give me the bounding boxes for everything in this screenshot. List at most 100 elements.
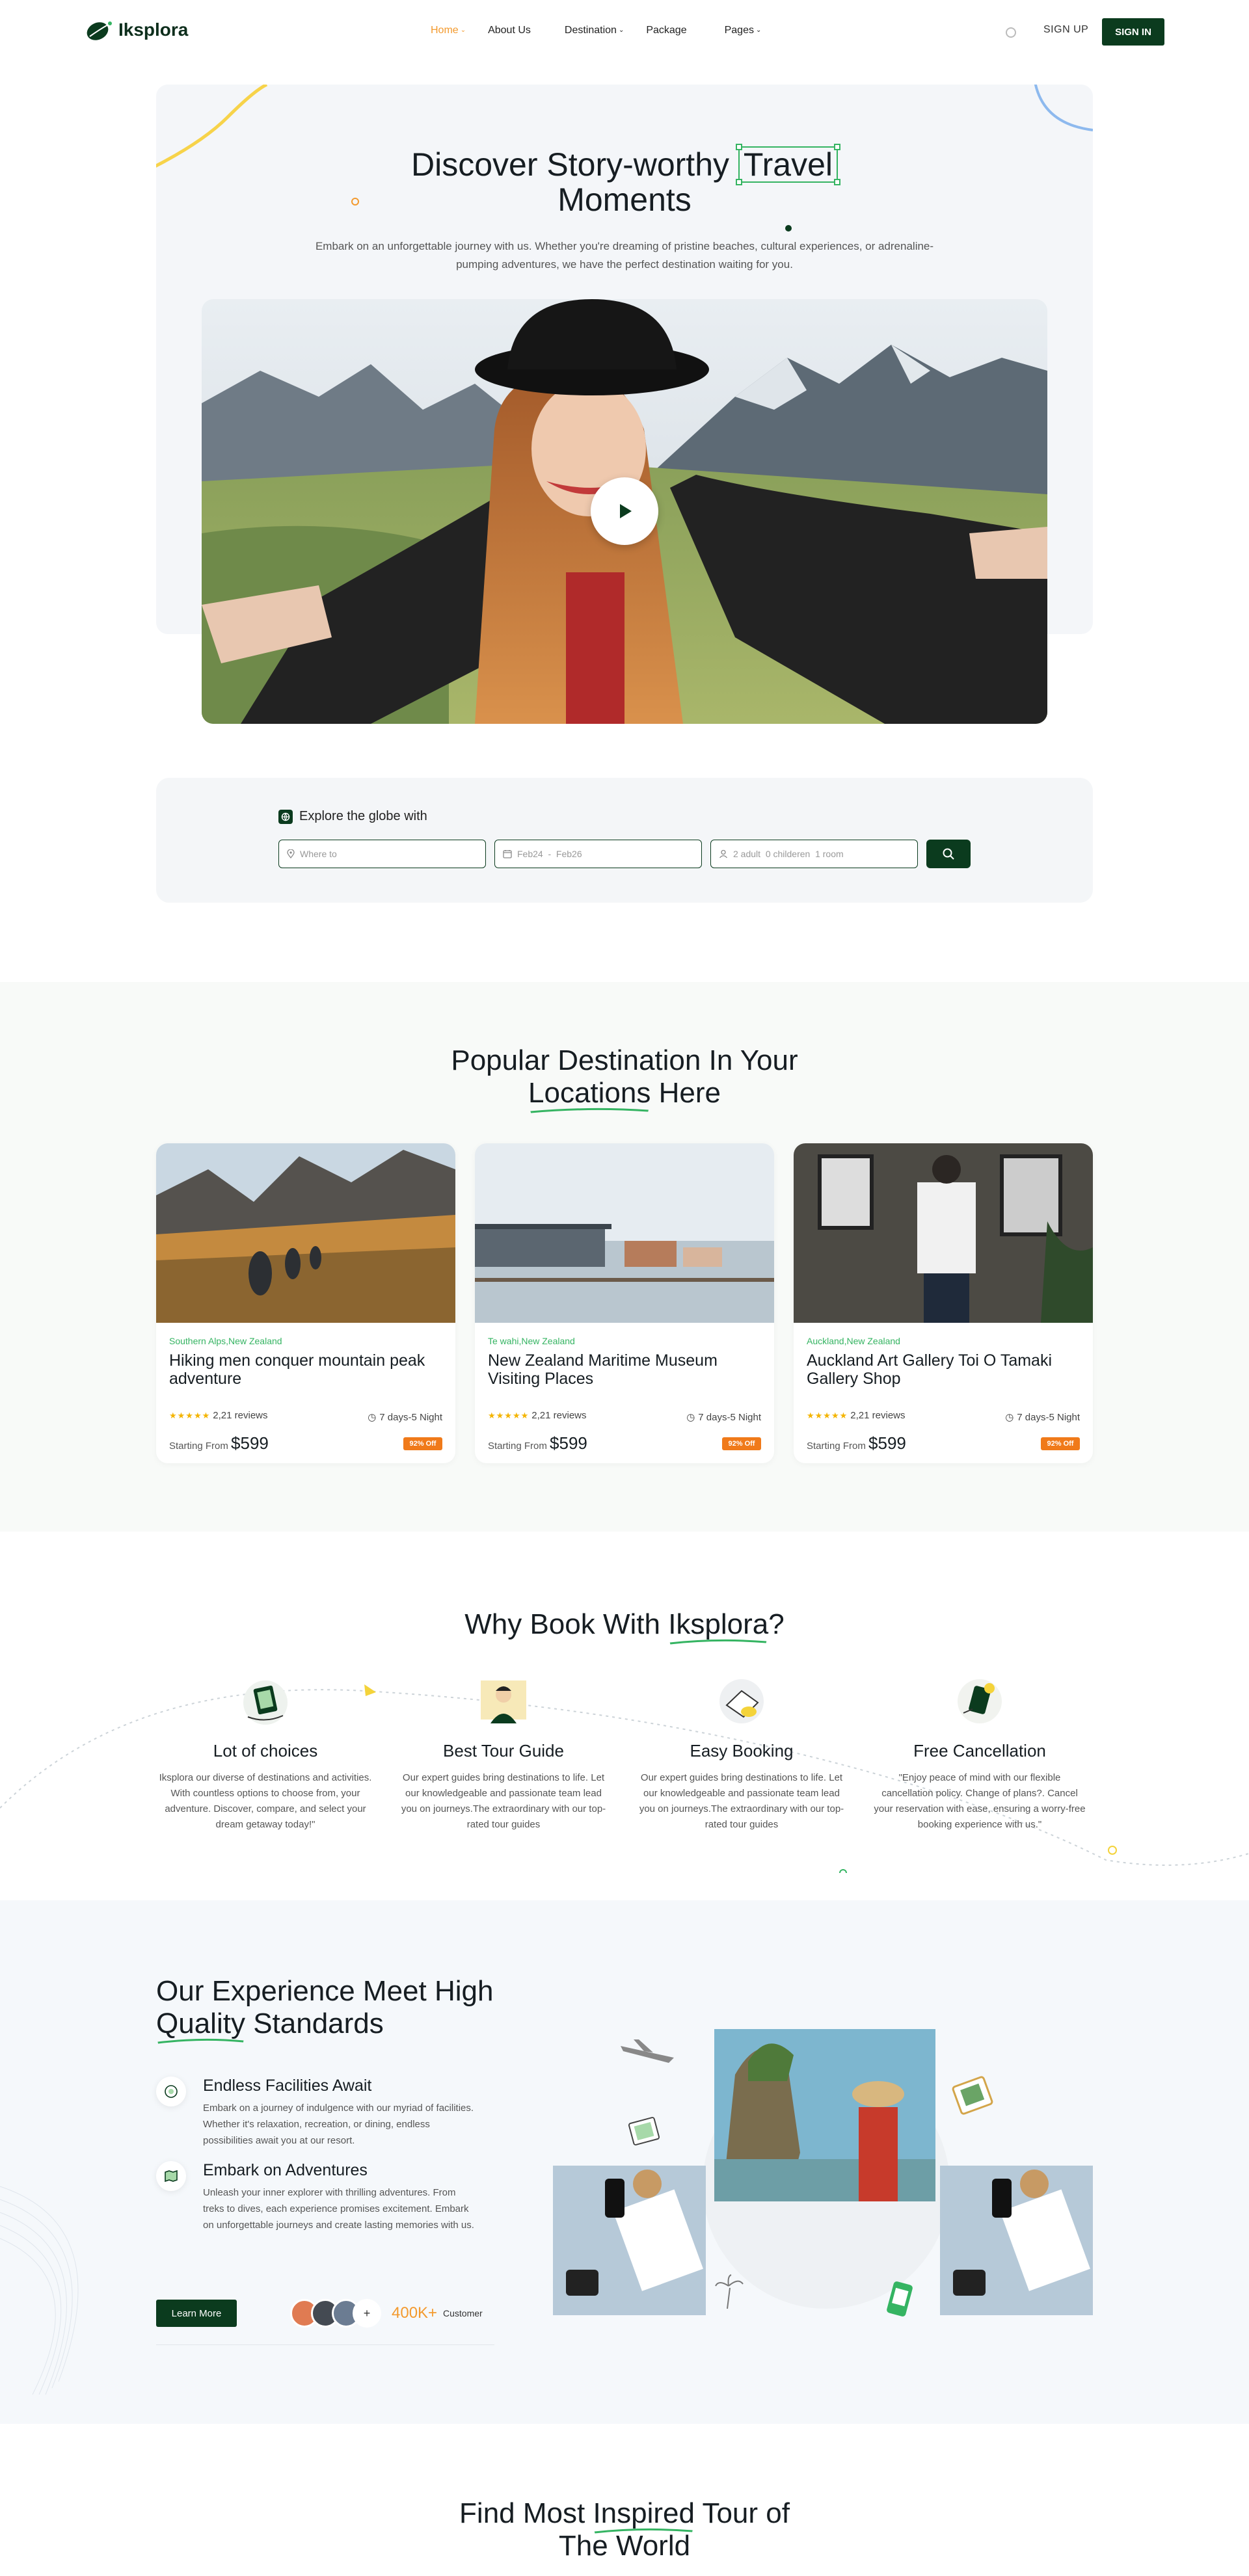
decorative-blue-arc	[1034, 85, 1093, 131]
play-icon	[620, 504, 632, 518]
destination-card[interactable]: Te wahi,New Zealand New Zealand Maritime…	[475, 1143, 774, 1463]
clock-icon: ◷	[686, 1412, 695, 1423]
price-value: $599	[868, 1433, 906, 1453]
menu-item-about[interactable]: About Us	[488, 25, 531, 36]
postcard-icon	[628, 2117, 660, 2145]
search-label: Explore the globe with	[278, 809, 427, 824]
date-range-input[interactable]: Feb24 - Feb26	[494, 840, 702, 868]
why-title-prefix: Why Book With	[464, 1608, 660, 1640]
destination-card[interactable]: Southern Alps,New Zealand Hiking men con…	[156, 1143, 455, 1463]
underlined-word-text: Iksplora	[668, 1608, 769, 1640]
card-duration: ◷ 7 days-5 Night	[1005, 1411, 1080, 1424]
underline-swash-icon	[530, 1108, 649, 1113]
hero-subtitle: Embark on an unforgettable journey with …	[315, 240, 934, 271]
discount-badge: 92% Off	[403, 1437, 442, 1450]
customer-count: 400K+	[392, 2304, 438, 2322]
card-price: Starting From $599	[807, 1433, 906, 1454]
card-price: Starting From $599	[169, 1433, 269, 1454]
feature-text: Unleash your inner explorer with thrilli…	[203, 2187, 474, 2231]
logo[interactable]: Iksplora	[85, 18, 188, 42]
search-button[interactable]	[926, 840, 971, 868]
top-navbar: Iksplora Home ⌄ About Us Destination ⌄ Pac…	[0, 0, 1249, 64]
card-title[interactable]: New Zealand Maritime Museum Visiting Pla…	[488, 1351, 761, 1388]
card-reviews: 2,21 reviews	[850, 1410, 906, 1421]
main-menu: Home ⌄ About Us Destination ⌄ Package Page…	[431, 25, 761, 36]
logo-text: Iksplora	[118, 20, 189, 40]
inspired-title-part1: Find Most	[459, 2497, 585, 2529]
calendar-icon	[503, 850, 512, 858]
popular-title-line1: Popular Destination In Your	[451, 1044, 798, 1076]
adventure-map-icon	[156, 2161, 186, 2191]
underline-swash-icon	[669, 1639, 767, 1645]
card-image-gallery	[794, 1143, 1093, 1323]
easy-booking-icon	[719, 1679, 764, 1723]
why-item: Lot of choices Iksplora our diverse of d…	[158, 1671, 373, 1833]
decorative-wave-lines	[0, 2186, 79, 2395]
why-item: Easy Booking Our expert guides bring des…	[634, 1671, 849, 1833]
menu-item-pages[interactable]: Pages ⌄	[725, 25, 762, 36]
map-choices-icon	[243, 1680, 288, 1725]
underlined-word-text: Quality	[156, 2008, 245, 2039]
where-to-placeholder: Where to	[300, 849, 337, 859]
price-label: Starting From	[169, 1441, 228, 1452]
card-price: Starting From $599	[488, 1433, 587, 1454]
chevron-down-icon: ⌄	[460, 26, 466, 34]
guests-input[interactable]: 2 adult 0 childeren 1 room	[710, 840, 918, 868]
decorative-dot	[785, 225, 792, 232]
inspired-title-part2: Tour of	[702, 2497, 790, 2529]
menu-item-package[interactable]: Package	[646, 25, 686, 36]
card-title[interactable]: Hiking men conquer mountain peak adventu…	[169, 1351, 442, 1388]
leaf-logo-icon	[87, 21, 112, 40]
airplane-icon	[621, 2039, 674, 2063]
discount-badge: 92% Off	[1041, 1437, 1080, 1450]
user-icon	[719, 849, 727, 858]
menu-item-destination[interactable]: Destination ⌄	[565, 25, 624, 36]
more-avatars-icon[interactable]: +	[353, 2299, 381, 2328]
underline-swash-icon	[595, 2528, 693, 2534]
chevron-down-icon: ⌄	[618, 26, 624, 34]
why-item: Free Cancellation "Enjoy peace of mind w…	[872, 1671, 1087, 1833]
star-rating-icon: ★★★★★	[169, 1410, 211, 1420]
underlined-word-text: Locations	[528, 1077, 651, 1109]
location-pin-icon	[287, 849, 295, 858]
card-image-museum	[475, 1143, 774, 1323]
sign-in-button[interactable]: SIGN IN	[1102, 18, 1164, 46]
card-title[interactable]: Auckland Art Gallery Toi O Tamaki Galler…	[807, 1351, 1080, 1388]
card-location: Te wahi,New Zealand	[488, 1336, 575, 1346]
why-title: Why Book With Iksplora?	[0, 1608, 1249, 1645]
stamp-icon	[952, 2076, 993, 2115]
free-cancellation-icon	[958, 1679, 1002, 1723]
experience-title: Our Experience Meet High Quality Standar…	[156, 1975, 493, 2044]
discount-badge: 92% Off	[722, 1437, 761, 1450]
experience-collage	[553, 2029, 1093, 2317]
clock-icon: ◷	[368, 1412, 377, 1423]
palm-tree-icon	[715, 2274, 744, 2309]
camera-photo-tile	[553, 2166, 706, 2315]
why-item-title: Free Cancellation	[913, 1741, 1046, 1760]
underlined-word: Locations	[528, 1077, 651, 1113]
why-item: Best Tour Guide Our expert guides bring …	[396, 1671, 611, 1833]
card-duration-text: 7 days-5 Night	[1017, 1411, 1080, 1423]
menu-label: Pages	[724, 25, 754, 36]
clock-icon: ◷	[1005, 1412, 1014, 1423]
underlined-word-text: Inspired	[593, 2497, 695, 2529]
card-location: Auckland,New Zealand	[807, 1336, 900, 1346]
why-item-text: "Enjoy peace of mind with our flexible c…	[874, 1772, 1086, 1830]
divider	[156, 2344, 494, 2345]
theme-toggle-icon[interactable]	[1006, 27, 1016, 38]
inspired-tours-title: Find Most Inspired Tour of The World	[0, 2497, 1249, 2562]
facilities-icon	[156, 2077, 186, 2106]
why-item-title: Easy Booking	[690, 1741, 794, 1760]
where-to-input[interactable]: Where to	[278, 840, 486, 868]
guests-value: 2 adult 0 childeren 1 room	[733, 849, 844, 859]
why-item-title: Lot of choices	[213, 1741, 318, 1760]
card-rating: ★★★★★ 2,21 reviews	[807, 1410, 906, 1421]
learn-more-button[interactable]: Learn More	[156, 2300, 237, 2327]
customer-label: Customer	[443, 2308, 483, 2318]
card-duration: ◷ 7 days-5 Night	[686, 1411, 761, 1424]
play-video-button[interactable]	[591, 477, 658, 545]
destination-card[interactable]: Auckland,New Zealand Auckland Art Galler…	[794, 1143, 1093, 1463]
sign-up-link[interactable]: SIGN UP	[1043, 24, 1088, 36]
menu-label: Destination	[564, 25, 617, 36]
menu-item-home[interactable]: Home ⌄	[431, 25, 466, 36]
